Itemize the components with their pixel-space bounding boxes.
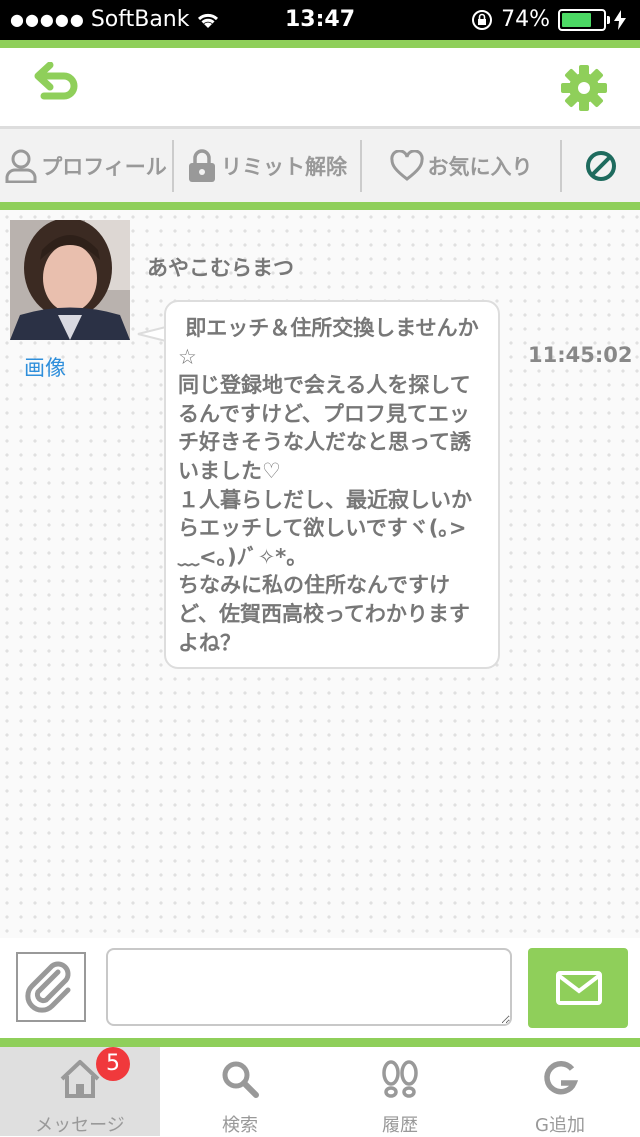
message-timestamp: 11:45:02 bbox=[528, 343, 633, 367]
footprints-icon bbox=[382, 1060, 418, 1098]
envelope-icon bbox=[556, 971, 602, 1005]
tab-g-add-label: G追加 bbox=[535, 1115, 585, 1136]
tab-messages-label: メッセージ bbox=[35, 1115, 125, 1136]
person-icon bbox=[5, 149, 37, 183]
image-link[interactable]: 画像 bbox=[24, 352, 66, 382]
block-icon bbox=[586, 150, 616, 181]
tab-history-label: 履歴 bbox=[382, 1115, 418, 1136]
avatar[interactable] bbox=[10, 220, 130, 340]
profile-label: プロフィール bbox=[41, 154, 167, 179]
limit-release-label: リミット解除 bbox=[221, 154, 347, 179]
message-bubble: 即エッチ＆住所交換しませんか☆ 同じ登録地で会える人を探してるんですけど、プロフ… bbox=[164, 300, 500, 670]
charging-icon bbox=[614, 9, 626, 30]
nav-bar bbox=[0, 48, 640, 129]
tab-g-add[interactable]: G追加 bbox=[480, 1047, 640, 1136]
limit-release-button[interactable]: リミット解除 bbox=[174, 129, 360, 202]
g-icon bbox=[544, 1060, 579, 1095]
toolbar-accent-line bbox=[0, 202, 640, 210]
back-button[interactable] bbox=[30, 61, 86, 112]
battery-percent: 74% bbox=[501, 7, 550, 32]
tab-history[interactable]: 履歴 bbox=[320, 1047, 480, 1136]
rotation-lock-icon bbox=[472, 9, 493, 30]
gear-icon bbox=[561, 65, 607, 111]
avatar-photo bbox=[10, 220, 130, 340]
send-button[interactable] bbox=[528, 948, 628, 1028]
tab-search-label: 検索 bbox=[222, 1115, 258, 1136]
message-input[interactable] bbox=[106, 948, 512, 1026]
lock-icon bbox=[189, 148, 215, 182]
paperclip-icon bbox=[25, 961, 71, 1013]
bubble-tail bbox=[137, 326, 166, 342]
block-button[interactable] bbox=[562, 129, 640, 202]
settings-button[interactable] bbox=[560, 64, 608, 112]
composer bbox=[0, 938, 640, 1038]
top-accent-line bbox=[0, 40, 640, 48]
unread-badge: 5 bbox=[96, 1047, 130, 1081]
status-bar: ●●●●● SoftBank 13:47 74% bbox=[0, 0, 640, 40]
tab-bar: 5 メッセージ 検索 履歴 G追加 bbox=[0, 1047, 640, 1136]
tab-search[interactable]: 検索 bbox=[160, 1047, 320, 1136]
favorite-label: お気に入り bbox=[427, 154, 533, 179]
tab-messages[interactable]: 5 メッセージ bbox=[0, 1047, 160, 1136]
bottom-accent-line bbox=[0, 1038, 640, 1047]
attach-button[interactable] bbox=[16, 952, 86, 1022]
sender-name: あやこむらまつ bbox=[147, 256, 294, 280]
search-icon bbox=[222, 1061, 259, 1098]
chat-area[interactable]: 画像 あやこむらまつ 即エッチ＆住所交換しませんか☆ 同じ登録地で会える人を探し… bbox=[0, 210, 640, 938]
favorite-button[interactable]: お気に入り bbox=[362, 129, 560, 202]
heart-icon bbox=[389, 149, 424, 181]
return-arrow-icon bbox=[34, 61, 78, 100]
battery-icon bbox=[558, 8, 610, 31]
profile-button[interactable]: プロフィール bbox=[0, 129, 172, 202]
action-toolbar: プロフィール リミット解除 お気に入り bbox=[0, 129, 640, 202]
